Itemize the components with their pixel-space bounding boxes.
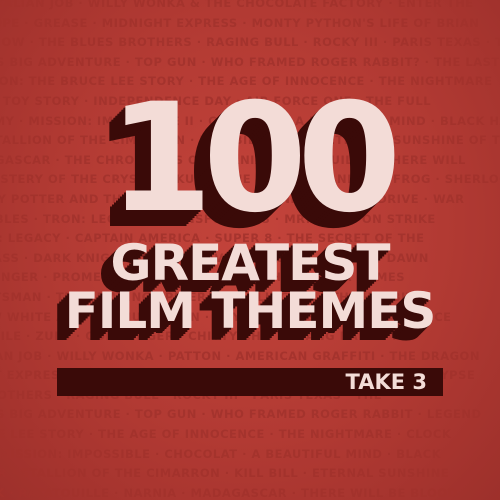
- background-text-line: APOCALYPSE NOW · THE BLUES BROTHERS · RA…: [0, 35, 500, 50]
- background-text-line: BRUCE LEE STORY · THE AGE OF INNOCENCE ·…: [0, 427, 452, 442]
- background-text-line: PEE WEE'S BIG ADVENTURE · TOP GUN · WHO …: [0, 54, 500, 69]
- album-cover: THE ITALIAN JOB · WILLY WONKA & THE CHOC…: [0, 0, 500, 500]
- background-text-line: THE ITALIAN JOB · WILLY WONKA & THE CHOC…: [0, 0, 474, 10]
- background-text-line: OSCAR · STALLION OF THE CIMARRON · KILL …: [0, 466, 450, 481]
- background-text-line: SHERLOCK · RATATOUILLE · NARNIA · MADAGA…: [0, 485, 458, 500]
- subtitle-label: TAKE 3: [345, 370, 428, 394]
- subtitle-bar: TAKE 3: [57, 368, 443, 396]
- background-text-line: THE MUMMY · MISSION: IMPOSSIBLE · CHOCOL…: [0, 446, 442, 461]
- cover-number: 100: [108, 72, 401, 246]
- cover-title-line2: FILM THEMES: [64, 282, 437, 340]
- background-text-line: PEE WEE'S BIG ADVENTURE · TOP GUN · WHO …: [0, 407, 482, 422]
- background-text-line: ITALIAN JOB · WILLY WONKA · PATTON · AME…: [0, 348, 480, 363]
- background-text-line: A NEW HOPE · GREASE · MIDNIGHT EXPRESS ·…: [0, 15, 480, 30]
